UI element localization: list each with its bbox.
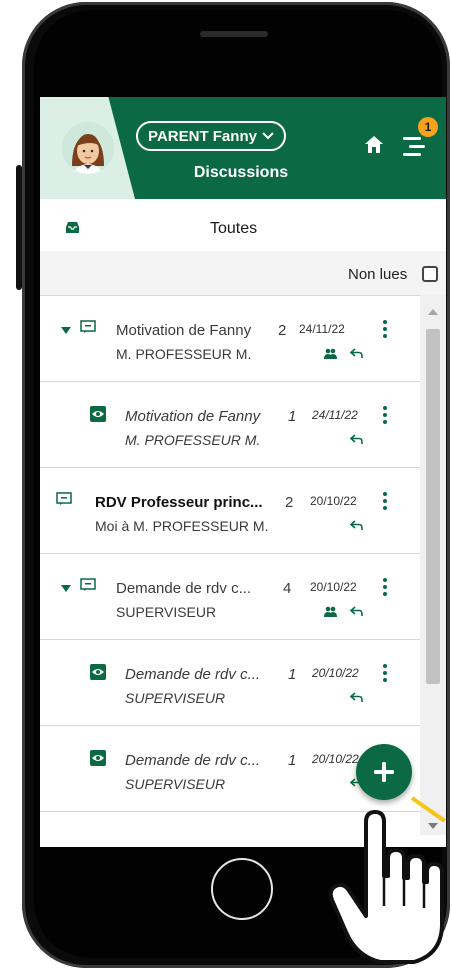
message-icon bbox=[80, 578, 96, 591]
page-title: Discussions bbox=[193, 164, 289, 181]
phone-speaker bbox=[200, 31, 268, 37]
more-options-icon[interactable] bbox=[382, 406, 388, 428]
row-date: 20/10/22 bbox=[310, 494, 357, 508]
scroll-up-arrow-icon[interactable] bbox=[428, 309, 438, 315]
app-header: PARENT Fanny Discussions 1 bbox=[40, 97, 446, 199]
expand-triangle-icon[interactable] bbox=[61, 585, 71, 592]
home-icon[interactable] bbox=[364, 135, 384, 159]
plus-icon bbox=[374, 762, 394, 782]
more-options-icon[interactable] bbox=[382, 320, 388, 342]
people-icon bbox=[324, 606, 337, 617]
row-sender: SUPERVISEUR bbox=[125, 776, 226, 792]
user-selector-label: PARENT Fanny bbox=[148, 127, 257, 145]
row-date: 24/11/22 bbox=[299, 322, 345, 336]
row-sender: M. PROFESSEUR M. bbox=[125, 432, 261, 448]
user-selector[interactable]: PARENT Fanny bbox=[136, 121, 286, 151]
phone-home-button[interactable] bbox=[211, 858, 273, 920]
more-options-icon[interactable] bbox=[382, 578, 388, 600]
notification-badge[interactable]: 1 bbox=[418, 117, 438, 137]
row-sender: SUPERVISEUR bbox=[125, 690, 226, 706]
row-count: 1 bbox=[288, 666, 297, 683]
reply-icon bbox=[350, 520, 363, 530]
scrollbar[interactable] bbox=[420, 295, 446, 835]
row-count: 2 bbox=[285, 494, 294, 511]
app-screen: PARENT Fanny Discussions 1 Toutes Non lu… bbox=[40, 97, 446, 847]
inbox-icon[interactable] bbox=[65, 221, 80, 239]
row-count: 2 bbox=[278, 322, 287, 339]
unread-checkbox[interactable] bbox=[422, 266, 438, 282]
row-subject: RDV Professeur princ... bbox=[95, 494, 263, 511]
list-item[interactable]: Demande de rdv c... 1 SUPERVISEUR 20/10/… bbox=[40, 640, 420, 726]
reply-icon bbox=[350, 434, 363, 444]
chevron-down-icon bbox=[262, 132, 274, 140]
folder-title[interactable]: Toutes bbox=[210, 220, 257, 238]
avatar[interactable] bbox=[62, 122, 114, 174]
expand-triangle-icon[interactable] bbox=[61, 327, 71, 334]
row-subject: Motivation de Fanny bbox=[125, 408, 261, 425]
scroll-thumb[interactable] bbox=[426, 329, 440, 684]
phone-side-button bbox=[16, 165, 22, 290]
message-icon bbox=[56, 492, 72, 505]
eye-icon bbox=[90, 664, 106, 680]
row-subject: Demande de rdv c... bbox=[125, 752, 261, 769]
row-subject: Demande de rdv c... bbox=[125, 666, 261, 683]
row-subject: Demande de rdv c... bbox=[116, 580, 252, 597]
hand-pointer-icon bbox=[326, 806, 448, 971]
more-options-icon[interactable] bbox=[382, 664, 388, 686]
eye-icon bbox=[90, 406, 106, 422]
row-sender: Moi à M. PROFESSEUR M. bbox=[95, 518, 269, 534]
new-discussion-button[interactable] bbox=[356, 744, 412, 800]
row-sender: SUPERVISEUR bbox=[116, 604, 217, 620]
row-count: 1 bbox=[288, 408, 297, 425]
menu-icon[interactable] bbox=[401, 134, 427, 165]
row-count: 4 bbox=[283, 580, 292, 597]
row-count: 1 bbox=[288, 752, 297, 769]
folder-bar: Toutes bbox=[40, 199, 446, 251]
unread-filter-label[interactable]: Non lues bbox=[348, 266, 407, 283]
list-item[interactable]: Motivation de Fanny 1 M. PROFESSEUR M. 2… bbox=[40, 382, 420, 468]
reply-icon bbox=[350, 692, 363, 702]
more-options-icon[interactable] bbox=[382, 492, 388, 514]
reply-icon bbox=[350, 606, 363, 616]
people-icon bbox=[324, 348, 337, 359]
row-subject: Motivation de Fanny bbox=[116, 322, 252, 339]
row-date: 20/10/22 bbox=[312, 752, 359, 766]
reply-icon bbox=[350, 348, 363, 358]
list-item[interactable]: Demande de rdv c... 4 SUPERVISEUR 20/10/… bbox=[40, 554, 420, 640]
row-date: 20/10/22 bbox=[312, 666, 359, 680]
row-date: 24/11/22 bbox=[312, 408, 358, 422]
list-item[interactable]: RDV Professeur princ... 2 Moi à M. PROFE… bbox=[40, 468, 420, 554]
row-sender: M. PROFESSEUR M. bbox=[116, 346, 252, 362]
unread-filter: Non lues bbox=[40, 251, 446, 295]
eye-icon bbox=[90, 750, 106, 766]
list-item[interactable]: Motivation de Fanny 2 M. PROFESSEUR M. 2… bbox=[40, 296, 420, 382]
row-date: 20/10/22 bbox=[310, 580, 357, 594]
message-icon bbox=[80, 320, 96, 333]
